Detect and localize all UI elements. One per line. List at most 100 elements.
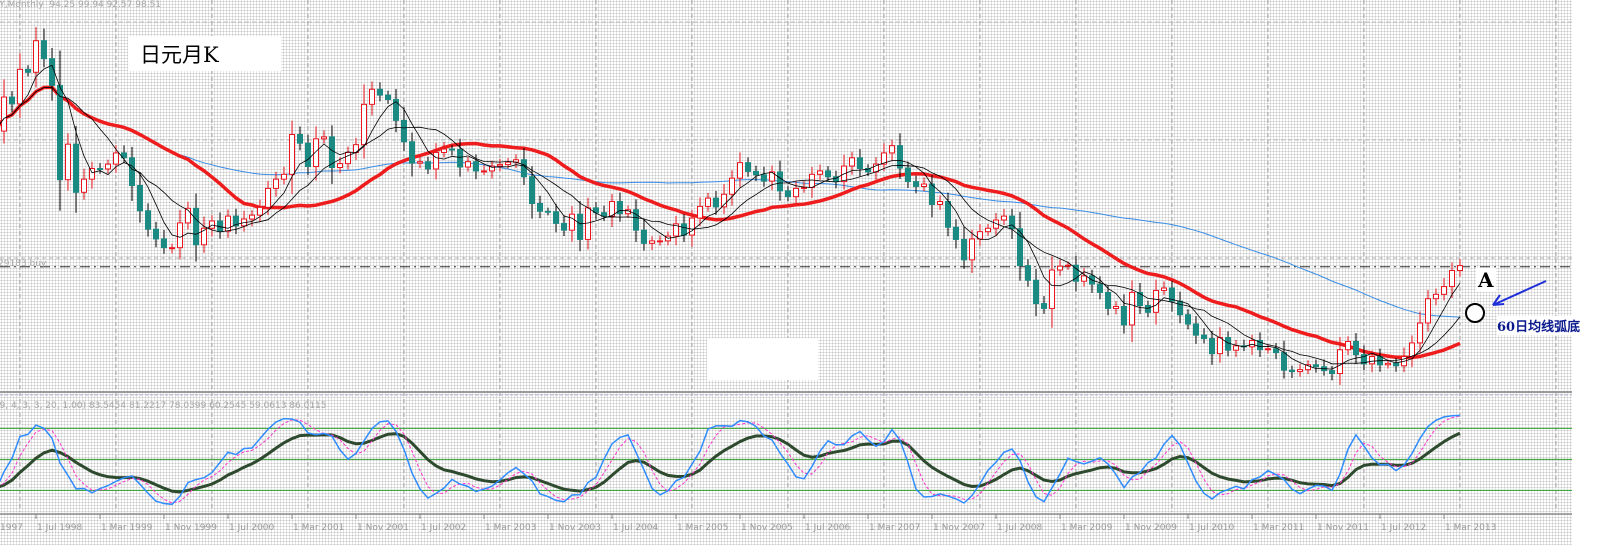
candle-up (569, 213, 575, 231)
candle-down (545, 210, 551, 213)
candle-up (113, 152, 119, 165)
candle-down (561, 222, 567, 231)
candle-up (337, 163, 343, 169)
chart-header: PY,Monthly 94.25 99.94 92.57 98.51 (0, 0, 161, 10)
candle-up (345, 151, 351, 165)
x-tick-label: 1 Mar 2007 (869, 523, 921, 533)
candle-down (633, 209, 639, 231)
candle-up (265, 187, 271, 208)
candle-up (793, 187, 799, 198)
point-a-label: A (1476, 268, 1496, 292)
candle-down (9, 96, 15, 105)
candle-up (65, 143, 71, 181)
candle-up (1265, 348, 1271, 351)
candle-down (1313, 364, 1319, 368)
candle-down (1281, 352, 1287, 371)
candle-up (801, 186, 807, 189)
candle-up (281, 173, 287, 180)
candle-up (321, 136, 327, 140)
x-tick-label: 1 Nov 2009 (1125, 523, 1177, 533)
candle-up (729, 177, 735, 195)
x-tick-label: 1 Jul 2010 (1189, 523, 1235, 533)
candle-down (1105, 291, 1111, 309)
candle-up (17, 68, 23, 105)
candle-up (937, 201, 943, 205)
candle-down (745, 162, 751, 172)
candle-up (1369, 356, 1375, 365)
candle-down (553, 211, 559, 224)
candle-up (1441, 286, 1447, 295)
x-tick-label: 1 Nov 2007 (933, 523, 985, 533)
x-tick-label: 1 Nov 2001 (357, 523, 409, 533)
x-tick-label: 1 Mar 2011 (1253, 523, 1305, 533)
candle-up (585, 207, 591, 240)
x-tick-label: 1 Jul 2012 (1381, 523, 1427, 533)
x-tick-label: 1 Jul 2002 (421, 523, 467, 533)
candle-down (161, 238, 167, 249)
x-tick-label: 1 Jul 2006 (805, 523, 851, 533)
x-tick-label: 1 Nov 2003 (549, 523, 601, 533)
candle-up (1457, 265, 1463, 272)
candle-up (817, 170, 823, 175)
candle-up (89, 167, 95, 180)
candle-up (1433, 293, 1439, 300)
price-chart (0, 0, 1572, 519)
candle-up (1081, 275, 1087, 282)
x-tick-label: 1 Nov 1999 (165, 523, 217, 533)
candle-up (225, 215, 231, 232)
candle-up (33, 40, 39, 73)
candle-down (825, 170, 831, 178)
candle-up (505, 161, 511, 166)
candle-down (97, 167, 103, 170)
x-tick-label: 1997 (0, 523, 23, 533)
candle-down (1145, 305, 1151, 313)
candle-up (889, 145, 895, 154)
candle-down (137, 184, 143, 212)
candle-up (1417, 322, 1423, 344)
candle-up (1345, 340, 1351, 351)
indicator-label: (9, 4, 3, 3, 20, 1.00) 83.5454 81.2217 7… (0, 401, 327, 411)
candle-up (921, 183, 927, 187)
candle-up (481, 170, 487, 173)
arrow-icon (1492, 280, 1547, 306)
candle-down (1033, 279, 1039, 305)
candle-down (1329, 370, 1335, 375)
candle-down (1393, 362, 1399, 367)
candle-up (1049, 269, 1055, 309)
candle-down (1097, 283, 1103, 293)
candle-up (433, 151, 439, 170)
candle-down (153, 228, 159, 240)
candle-down (1209, 338, 1215, 355)
candle-up (249, 214, 255, 220)
x-tick-label: 1 Nov 2005 (741, 523, 793, 533)
candle-down (73, 143, 79, 193)
candle-up (849, 157, 855, 167)
candle-up (649, 240, 655, 244)
candle-down (425, 161, 431, 170)
candle-down (1177, 300, 1183, 316)
candle-up (1297, 369, 1303, 373)
ma-60-line (0, 86, 1461, 318)
candle-up (417, 161, 423, 164)
candle-down (1121, 305, 1127, 326)
candle-down (897, 145, 903, 169)
candle-down (929, 183, 935, 205)
x-tick-label: 1 Mar 2013 (1445, 523, 1497, 533)
candle-up (1113, 305, 1119, 309)
candle-down (49, 58, 55, 86)
blank-box (707, 338, 818, 380)
candle-up (1153, 289, 1159, 313)
circle-marker-icon (1465, 303, 1485, 323)
candle-down (401, 119, 407, 143)
candle-down (409, 141, 415, 164)
x-tick-label: 1 Mar 1999 (101, 523, 153, 533)
candle-down (57, 84, 63, 181)
candle-down (577, 213, 583, 240)
title-box: 日元月K (128, 36, 281, 71)
candle-up (1249, 340, 1255, 348)
candle-up (1065, 264, 1071, 267)
candle-up (705, 197, 711, 207)
candle-up (465, 161, 471, 168)
candle-up (1, 96, 7, 132)
x-tick-label: 1 Jul 2008 (997, 523, 1043, 533)
